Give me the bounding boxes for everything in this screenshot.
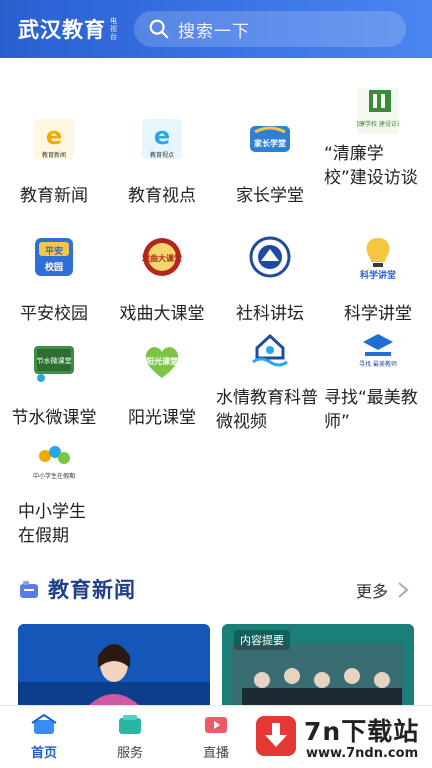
tab-label-home: 首页: [30, 746, 57, 761]
tab-service[interactable]: 服务: [100, 714, 160, 761]
grid-label: 中小学生在假期: [18, 502, 86, 546]
grid-item-best-teacher[interactable]: 寻找 最美教师 寻找“最美教师”: [324, 324, 432, 434]
student-holiday-icon: 中小学生在假期: [33, 446, 75, 480]
svg-text:寻找 最美教师: 寻找 最美教师: [359, 360, 397, 368]
clean-school-icon: 清廉学校 建设访谈: [357, 88, 399, 134]
news-anchor-image: [18, 624, 210, 710]
edu-news-icon: e 教育新闻: [34, 119, 74, 159]
download-arrow-icon: [265, 723, 287, 747]
tab-home[interactable]: 首页: [14, 714, 74, 761]
svg-text:清廉学校 建设访谈: 清廉学校 建设访谈: [357, 120, 399, 128]
grid-item-social-science[interactable]: 社科讲坛: [216, 234, 324, 326]
watermark-title: 7n下载站: [304, 717, 420, 746]
social-science-icon: [249, 236, 291, 278]
news-thumbnail-anchor[interactable]: [18, 624, 210, 710]
svg-text:平安: 平安: [45, 245, 63, 257]
grid-label: 寻找“最美教师”: [324, 388, 418, 432]
grid-label: “清廉学校”建设访谈: [324, 144, 418, 188]
live-icon: [205, 717, 227, 733]
science-lecture-icon: 科学讲堂: [360, 238, 396, 280]
svg-text:科学讲堂: 科学讲堂: [360, 269, 396, 280]
grid-item-edu-view[interactable]: e 教育视点 教育视点: [108, 116, 216, 208]
watermark-url: www.7ndn.com: [306, 746, 419, 761]
svg-text:教育新闻: 教育新闻: [42, 151, 66, 159]
grid-label: 水情教育科普微视频: [216, 388, 318, 432]
grid-item-water-education[interactable]: 水情教育科普微视频: [216, 324, 324, 434]
watermark-overlay: 7n下载站 www.7ndn.com: [248, 706, 432, 768]
tab-live[interactable]: 直播: [186, 714, 246, 761]
grid-label: 科学讲堂: [344, 304, 412, 324]
sunshine-class-icon: 阳光课堂: [145, 347, 179, 378]
news-thumbnail-classroom[interactable]: 内容提要: [222, 624, 414, 710]
svg-text:e: e: [46, 122, 62, 150]
svg-text:戏曲大课堂: 戏曲大课堂: [141, 253, 182, 263]
download-icon: [256, 716, 296, 756]
grid-item-parent-school[interactable]: 家长学堂 家长学堂: [216, 116, 324, 208]
grid-label: 社科讲坛: [236, 304, 304, 324]
svg-text:中小学生在假期: 中小学生在假期: [33, 472, 75, 480]
grid-label: 节水微课堂: [11, 408, 97, 428]
chevron-right-icon: [398, 582, 409, 598]
news-section-icon: [20, 581, 38, 598]
edu-view-icon: e 教育视点: [142, 119, 182, 159]
grid-label: 教育视点: [128, 186, 196, 206]
svg-text:节水微课堂: 节水微课堂: [37, 356, 72, 365]
search-bar[interactable]: 搜索一下: [134, 11, 406, 47]
grid-label: 戏曲大课堂: [119, 304, 205, 324]
svg-text:家长学堂: 家长学堂: [254, 138, 286, 148]
svg-text:校园: 校园: [45, 261, 63, 273]
grid-label: 平安校园: [20, 304, 88, 324]
safe-campus-icon: 平安 校园: [35, 238, 73, 276]
grid-item-safe-campus[interactable]: 平安 校园 平安校园: [0, 234, 108, 326]
brand-title: 武汉教育: [18, 18, 106, 42]
water-saving-icon: 节水微课堂: [34, 346, 74, 382]
app-header: 武汉教育 电视台 搜索一下: [0, 0, 432, 58]
search-placeholder: 搜索一下: [178, 21, 250, 42]
grid-item-clean-school[interactable]: 清廉学校 建设访谈 “清廉学校”建设访谈: [324, 88, 432, 190]
grid-label: 家长学堂: [236, 186, 304, 206]
grid-item-water-saving[interactable]: 节水微课堂 节水微课堂: [0, 338, 108, 430]
section-title: 教育新闻: [48, 578, 136, 602]
brand-subtitle: 电视台: [110, 17, 117, 41]
water-education-icon: [252, 333, 288, 367]
news-section-header: 教育新闻 更多: [0, 572, 432, 608]
opera-class-icon: 戏曲大课堂: [141, 238, 182, 276]
search-icon: [149, 19, 169, 39]
service-icon: [119, 715, 141, 734]
svg-text:阳光课堂: 阳光课堂: [146, 356, 178, 366]
content-summary-badge: 内容提要: [234, 630, 290, 650]
more-label: 更多: [355, 582, 388, 601]
grid-item-student-holiday[interactable]: 中小学生在假期 中小学生在假期: [0, 440, 108, 548]
tab-label-live: 直播: [202, 746, 229, 761]
grid-item-opera-class[interactable]: 戏曲大课堂 戏曲大课堂: [108, 234, 216, 326]
home-icon: [31, 714, 57, 734]
grid-item-edu-news[interactable]: e 教育新闻 教育新闻: [0, 116, 108, 208]
grid-label: 阳光课堂: [128, 408, 196, 428]
grid-item-science-lecture[interactable]: 科学讲堂 科学讲堂: [324, 234, 432, 326]
parent-school-icon: 家长学堂: [250, 126, 290, 152]
best-teacher-icon: 寻找 最美教师: [359, 334, 397, 368]
grid-label: 教育新闻: [20, 186, 88, 206]
svg-text:e: e: [154, 122, 170, 150]
more-link[interactable]: 更多: [356, 578, 410, 602]
grid-item-sunshine-class[interactable]: 阳光课堂 阳光课堂: [108, 338, 216, 430]
tab-label-service: 服务: [116, 746, 143, 761]
svg-text:教育视点: 教育视点: [150, 151, 174, 159]
brand-logo: 武汉教育 电视台: [18, 14, 118, 44]
